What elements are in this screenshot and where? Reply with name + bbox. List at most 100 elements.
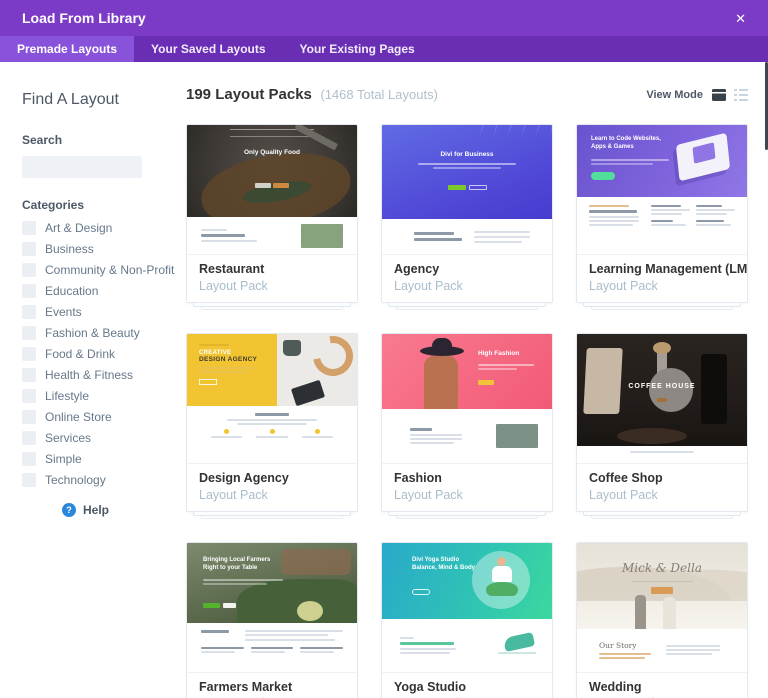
list-view-icon[interactable] <box>734 89 748 101</box>
modal-header: Load From Library ✕ <box>0 0 768 36</box>
help-link[interactable]: ? Help <box>62 503 186 517</box>
layout-pack-design-agency[interactable]: CREATIVE DESIGN AGENCY <box>186 333 358 519</box>
category-simple[interactable]: Simple <box>22 452 186 466</box>
pack-title: Yoga Studio <box>394 680 540 696</box>
layout-pack-farmers-market[interactable]: Bringing Local Farmers Right to your Tab… <box>186 542 358 698</box>
grid-view-icon[interactable] <box>712 89 726 101</box>
view-mode-label: View Mode <box>646 89 703 101</box>
category-online-store[interactable]: Online Store <box>22 410 186 424</box>
pack-subtitle: Layout Pack <box>199 278 345 294</box>
category-label: Business <box>45 242 94 256</box>
thumbnail-coffee-shop: COFFEE HOUSE <box>577 334 747 464</box>
hero-text: Learn to Code Websites, Apps & Games <box>591 136 671 152</box>
main-content: 199 Layout Packs (1468 Total Layouts) Vi… <box>186 62 768 698</box>
checkbox[interactable] <box>22 389 36 403</box>
pack-title: Design Agency <box>199 471 345 487</box>
thumbnail-farmers-market: Bringing Local Farmers Right to your Tab… <box>187 543 357 673</box>
pack-title: Farmers Market <box>199 680 345 696</box>
view-mode: View Mode <box>646 89 748 101</box>
hero-text: Only Quality Food <box>187 149 357 157</box>
checkbox[interactable] <box>22 326 36 340</box>
thumbnail-yoga-studio: Divi Yoga Studio Balance, Mind & Body <box>382 543 552 673</box>
layout-pack-fashion[interactable]: High Fashion <box>381 333 553 519</box>
pack-subtitle: Layout Pack <box>589 278 735 294</box>
checkbox[interactable] <box>22 263 36 277</box>
category-food-drink[interactable]: Food & Drink <box>22 347 186 361</box>
category-label: Lifestyle <box>45 389 89 403</box>
layout-pack-wedding[interactable]: Mick & Della Our Story <box>576 542 748 698</box>
checkbox[interactable] <box>22 347 36 361</box>
checkbox[interactable] <box>22 452 36 466</box>
results-header: 199 Layout Packs (1468 Total Layouts) Vi… <box>186 86 748 104</box>
checkbox[interactable] <box>22 242 36 256</box>
sidebar: Find A Layout Search Categories Art & De… <box>0 62 186 698</box>
pack-subtitle: Layout Pack <box>394 278 540 294</box>
thumbnail-wedding: Mick & Della Our Story <box>577 543 747 673</box>
pack-title: Wedding <box>589 680 735 696</box>
category-services[interactable]: Services <box>22 431 186 445</box>
category-label: Community & Non-Profit <box>45 263 174 277</box>
pack-title: Restaurant <box>199 262 345 278</box>
help-label: Help <box>83 503 109 517</box>
checkbox[interactable] <box>22 431 36 445</box>
category-label: Art & Design <box>45 221 112 235</box>
category-business[interactable]: Business <box>22 242 186 256</box>
checkbox[interactable] <box>22 410 36 424</box>
category-label: Events <box>45 305 82 319</box>
category-art-design[interactable]: Art & Design <box>22 221 186 235</box>
hero-text: High Fashion <box>478 350 519 358</box>
category-label: Online Store <box>45 410 112 424</box>
checkbox[interactable] <box>22 221 36 235</box>
hero-text: Bringing Local Farmers Right to your Tab… <box>203 557 279 573</box>
thumbnail-lms: Learn to Code Websites, Apps & Games <box>577 125 747 255</box>
help-icon: ? <box>62 503 76 517</box>
checkbox[interactable] <box>22 473 36 487</box>
modal-title: Load From Library <box>22 10 146 26</box>
layout-pack-coffee-shop[interactable]: COFFEE HOUSE Coffee Shop Layout Pack <box>576 333 748 519</box>
tab-bar: Premade Layouts Your Saved Layouts Your … <box>0 36 768 62</box>
thumbnail-agency: Divi for Business <box>382 125 552 255</box>
tab-your-existing-pages[interactable]: Your Existing Pages <box>283 36 432 62</box>
thumbnail-design-agency: CREATIVE DESIGN AGENCY <box>187 334 357 464</box>
hero-text: COFFEE HOUSE <box>577 382 747 391</box>
category-community-non-profit[interactable]: Community & Non-Profit <box>22 263 186 277</box>
category-label: Services <box>45 431 91 445</box>
hero-text: Divi for Business <box>382 151 552 159</box>
layout-pack-agency[interactable]: Divi for Business <box>381 124 553 310</box>
tab-your-saved-layouts[interactable]: Your Saved Layouts <box>134 36 282 62</box>
packs-count: 199 Layout Packs <box>186 86 312 103</box>
layout-pack-yoga-studio[interactable]: Divi Yoga Studio Balance, Mind & Body <box>381 542 553 698</box>
pack-title: Fashion <box>394 471 540 487</box>
checkbox[interactable] <box>22 305 36 319</box>
hero-text: DESIGN AGENCY <box>199 356 277 363</box>
layout-pack-learning-management[interactable]: Learn to Code Websites, Apps & Games <box>576 124 748 310</box>
category-label: Simple <box>45 452 82 466</box>
thumbnail-fashion: High Fashion <box>382 334 552 464</box>
categories-label: Categories <box>22 198 186 212</box>
results-count: 199 Layout Packs (1468 Total Layouts) <box>186 86 438 104</box>
close-icon[interactable]: ✕ <box>735 12 746 25</box>
category-label: Fashion & Beauty <box>45 326 140 340</box>
sidebar-heading: Find A Layout <box>22 91 186 109</box>
layout-pack-restaurant[interactable]: Only Quality Food <box>186 124 358 310</box>
checkbox[interactable] <box>22 368 36 382</box>
pack-subtitle: Layout Pack <box>199 487 345 503</box>
pack-title: Agency <box>394 262 540 278</box>
search-label: Search <box>22 133 186 147</box>
checkbox[interactable] <box>22 284 36 298</box>
tab-premade-layouts[interactable]: Premade Layouts <box>0 36 134 62</box>
category-label: Food & Drink <box>45 347 115 361</box>
category-events[interactable]: Events <box>22 305 186 319</box>
category-education[interactable]: Education <box>22 284 186 298</box>
category-lifestyle[interactable]: Lifestyle <box>22 389 186 403</box>
hero-text: Mick & Della <box>577 561 747 575</box>
thumbnail-restaurant: Only Quality Food <box>187 125 357 255</box>
category-health-fitness[interactable]: Health & Fitness <box>22 368 186 382</box>
category-fashion-beauty[interactable]: Fashion & Beauty <box>22 326 186 340</box>
search-input[interactable] <box>22 156 142 178</box>
category-label: Technology <box>45 473 106 487</box>
category-label: Education <box>45 284 98 298</box>
pack-subtitle: Layout Pack <box>589 487 735 503</box>
category-label: Health & Fitness <box>45 368 133 382</box>
category-technology[interactable]: Technology <box>22 473 186 487</box>
